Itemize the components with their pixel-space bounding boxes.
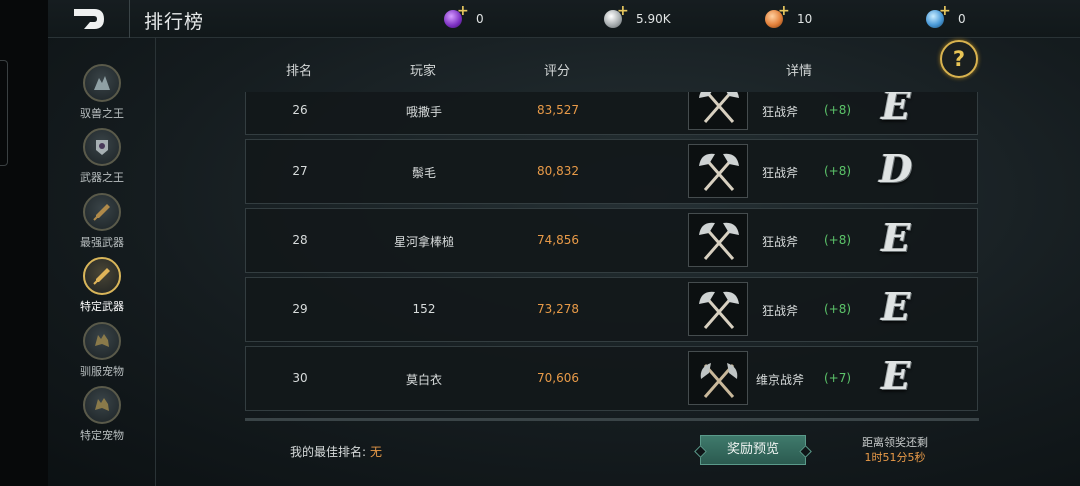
table-row[interactable]: 30 莫白衣 70,606 维京战斧 (+7) E — [245, 346, 978, 411]
tamed-pet-icon — [83, 322, 121, 360]
battle-axe-icon — [699, 92, 739, 123]
strongest-weapon-icon — [83, 193, 121, 231]
rank-cell: 29 — [292, 302, 308, 316]
grade-badge: E — [881, 92, 911, 128]
countdown-time: 1时51分5秒 — [864, 451, 926, 464]
table-row[interactable]: 28 星河拿棒槌 74,856 狂战斧 (+8) E — [245, 208, 978, 273]
player-cell: 鬃毛 — [411, 166, 436, 180]
rank-cell: 27 — [292, 164, 308, 178]
table-row[interactable]: 27 鬃毛 80,832 狂战斧 (+8) D — [245, 139, 978, 204]
side-handle[interactable] — [0, 60, 8, 166]
rank-cell: 26 — [292, 103, 308, 117]
reward-countdown: 距离领奖还剩 1时51分5秒 — [840, 435, 950, 465]
sidebar-item-specific-weapon[interactable]: 特定武器 — [48, 257, 156, 321]
weapon-name: 狂战斧 — [762, 304, 799, 318]
best-rank-label: 我的最佳排名: — [290, 445, 367, 459]
weapon-name: 狂战斧 — [762, 105, 799, 119]
score-cell: 74,856 — [537, 233, 579, 247]
battle-axe-icon — [699, 153, 739, 191]
specific-weapon-icon — [83, 257, 121, 295]
player-cell: 哦撒手 — [405, 105, 442, 119]
weapon-name: 狂战斧 — [762, 235, 799, 249]
back-arrow-icon — [74, 9, 104, 29]
sidebar-item-beast-king[interactable]: 驭兽之王 — [48, 64, 156, 128]
sidebar-item-label: 驯服宠物 — [80, 365, 124, 378]
silver-coin-icon: + — [604, 4, 629, 28]
rank-cell: 28 — [292, 233, 308, 247]
enhance-bonus: (+8) — [824, 233, 852, 247]
column-header-score: 评分 — [544, 64, 571, 79]
currency-blue-gem[interactable]: + 0 — [926, 4, 966, 30]
currency-silver-coin[interactable]: + 5.90K — [604, 4, 671, 30]
currency-value: 0 — [958, 12, 966, 26]
help-icon: ? — [952, 47, 966, 71]
sidebar-item-label: 武器之王 — [80, 171, 124, 184]
blue-gem-icon: + — [926, 4, 951, 28]
grade-badge: E — [881, 284, 911, 329]
specific-pet-icon — [83, 386, 121, 424]
currency-purple-gem[interactable]: + 0 — [444, 4, 484, 30]
player-cell: 莫白衣 — [405, 373, 442, 387]
player-cell: 星河拿棒槌 — [393, 235, 454, 249]
sidebar-item-specific-pet[interactable]: 特定宠物 — [48, 386, 156, 450]
reward-preview-button[interactable]: 奖励预览 — [700, 435, 806, 465]
column-header-detail: 详情 — [786, 64, 813, 79]
sidebar-item-label: 驭兽之王 — [80, 107, 124, 120]
enhance-bonus: (+7) — [824, 371, 852, 385]
leaderboard-screen: 排行榜 + 0 + 5.90K + 10 + 0 驭兽之王 武器之王 最强武器 … — [0, 0, 1080, 486]
sidebar-item-tamed-pet[interactable]: 驯服宠物 — [48, 322, 156, 386]
table-row[interactable]: 29 152 73,278 狂战斧 (+8) E — [245, 277, 978, 342]
list-bottom-border — [245, 418, 979, 421]
weapon-king-icon — [83, 128, 121, 166]
score-cell: 70,606 — [537, 371, 579, 385]
battle-axe-icon — [699, 222, 739, 260]
weapon-name: 狂战斧 — [762, 166, 799, 180]
player-cell: 152 — [412, 302, 436, 316]
weapon-thumbnail[interactable] — [688, 351, 748, 405]
table-row[interactable]: 26 哦撒手 83,527 狂战斧 (+8) E — [245, 92, 978, 135]
rank-cell: 30 — [292, 371, 308, 385]
sidebar-item-label: 特定宠物 — [80, 429, 124, 442]
weapon-thumbnail[interactable] — [688, 144, 748, 198]
back-button[interactable] — [70, 6, 108, 32]
battle-axe-icon — [699, 291, 739, 329]
weapon-thumbnail[interactable] — [688, 92, 748, 130]
sidebar-item-strongest-weapon[interactable]: 最强武器 — [48, 193, 156, 257]
category-sidebar: 驭兽之王 武器之王 最强武器 特定武器 驯服宠物 特定宠物 — [48, 38, 156, 486]
grade-badge: D — [879, 146, 913, 191]
leaderboard-list[interactable]: 26 哦撒手 83,527 狂战斧 (+8) E 27 鬃毛 80,832 狂战… — [245, 92, 979, 420]
enhance-bonus: (+8) — [824, 164, 852, 178]
sidebar-item-weapon-king[interactable]: 武器之王 — [48, 128, 156, 192]
best-rank-value: 无 — [370, 445, 383, 459]
weapon-thumbnail[interactable] — [688, 213, 748, 267]
sidebar-item-label: 最强武器 — [80, 236, 124, 249]
currency-value: 0 — [476, 12, 484, 26]
viking-axe-icon — [700, 363, 738, 398]
top-bar-divider — [129, 0, 130, 38]
score-cell: 83,527 — [537, 103, 579, 117]
currency-orange-gem[interactable]: + 10 — [765, 4, 813, 30]
beast-king-icon — [83, 64, 121, 102]
page-title: 排行榜 — [144, 11, 205, 33]
score-cell: 73,278 — [537, 302, 579, 316]
weapon-thumbnail[interactable] — [688, 282, 748, 336]
sidebar-item-label: 特定武器 — [80, 300, 124, 313]
currency-value: 5.90K — [636, 12, 671, 26]
enhance-bonus: (+8) — [824, 302, 852, 316]
enhance-bonus: (+8) — [824, 103, 852, 117]
best-rank-info: 我的最佳排名: 无 — [290, 443, 382, 460]
help-button[interactable]: ? — [940, 40, 978, 78]
currency-value: 10 — [797, 12, 813, 26]
countdown-label: 距离领奖还剩 — [862, 436, 928, 449]
column-header-rank: 排名 — [286, 64, 313, 79]
orange-gem-icon: + — [765, 4, 790, 28]
weapon-name: 维京战斧 — [756, 373, 805, 387]
column-header-player: 玩家 — [410, 64, 437, 79]
grade-badge: E — [881, 353, 911, 398]
top-bar: 排行榜 + 0 + 5.90K + 10 + 0 — [48, 0, 1080, 38]
purple-gem-icon: + — [444, 4, 469, 28]
score-cell: 80,832 — [537, 164, 579, 178]
grade-badge: E — [881, 215, 911, 260]
